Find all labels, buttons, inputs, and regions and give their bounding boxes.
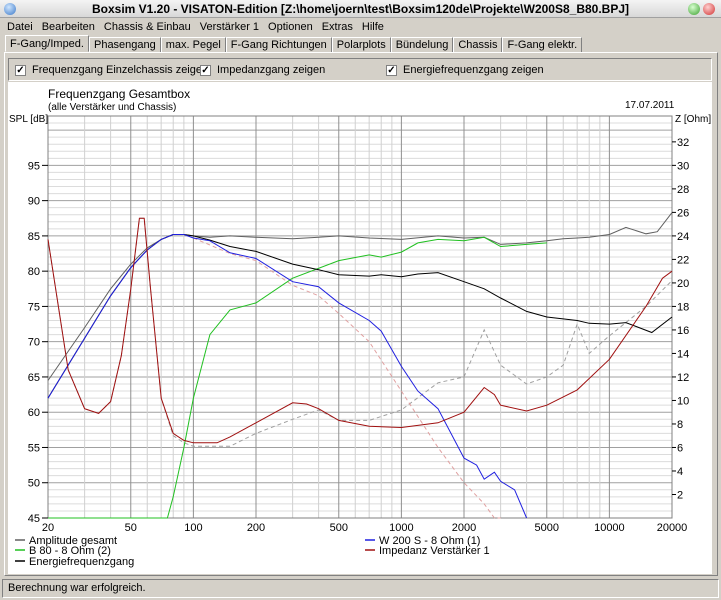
y2-tick-label: 12	[677, 372, 689, 384]
checkbox-checked-icon[interactable]: ✓	[200, 64, 211, 76]
y2-tick-label: 28	[677, 184, 689, 196]
plot-frame	[47, 115, 673, 519]
y-axis-label: SPL [dB]	[9, 114, 48, 125]
series-line-energiefrequenzgang	[47, 234, 673, 399]
legend-label: Impedanz Verstärker 1	[379, 545, 490, 557]
chart-date: 17.07.2011	[625, 100, 675, 111]
y-tick-label: 45	[28, 513, 40, 525]
tab-f-gang-elektr[interactable]: F-Gang elektr.	[502, 37, 583, 52]
x-tick-label: 20	[42, 522, 54, 534]
checkbox-label: Impedanzgang zeigen	[217, 64, 326, 76]
y-tick-label: 95	[28, 160, 40, 172]
chart-area: Frequenzgang Gesamtbox (alle Verstärker …	[8, 82, 712, 574]
tab-f-gang-imped[interactable]: F-Gang/Imped.	[5, 35, 89, 52]
y-tick-label: 85	[28, 231, 40, 243]
y2-tick-label: 4	[677, 466, 683, 478]
frequency-response-chart: Frequenzgang Gesamtbox (alle Verstärker …	[9, 87, 711, 568]
status-text: Berechnung war erfolgreich.	[8, 582, 146, 594]
x-tick-label: 10000	[594, 522, 625, 534]
y2-tick-label: 22	[677, 254, 689, 266]
status-bar: Berechnung war erfolgreich.	[2, 579, 719, 598]
tab-f-gang-richtungen[interactable]: F-Gang Richtungen	[225, 37, 332, 52]
menu-chassis-einbau[interactable]: Chassis & Einbau	[104, 19, 191, 35]
y2-tick-label: 2	[677, 489, 683, 501]
x-tick-label: 5000	[535, 522, 559, 534]
y2-tick-label: 32	[677, 137, 689, 149]
y-tick-label: 60	[28, 407, 40, 419]
y2-tick-label: 24	[677, 231, 689, 243]
checkbox-checked-icon[interactable]: ✓	[386, 64, 397, 76]
y2-tick-label: 30	[677, 160, 689, 172]
menu-bar: Datei Bearbeiten Chassis & Einbau Verstä…	[0, 19, 721, 35]
y2-tick-label: 26	[677, 207, 689, 219]
y2-tick-label: 20	[677, 278, 689, 290]
y-tick-label: 50	[28, 478, 40, 490]
x-tick-label: 100	[184, 522, 202, 534]
tab-max-pegel[interactable]: max. Pegel	[160, 37, 226, 52]
close-button[interactable]	[703, 3, 715, 15]
window-menu-button[interactable]	[4, 3, 16, 15]
y2-tick-label: 6	[677, 442, 683, 454]
y2-tick-label: 16	[677, 325, 689, 337]
x-tick-label: 2000	[452, 522, 476, 534]
tab-phasengang[interactable]: Phasengang	[88, 37, 161, 52]
menu-optionen[interactable]: Optionen	[268, 19, 313, 35]
x-tick-label: 50	[125, 522, 137, 534]
y2-tick-label: 10	[677, 395, 689, 407]
y-tick-label: 90	[28, 196, 40, 208]
tab-chassis[interactable]: Chassis	[453, 37, 503, 52]
y-tick-label: 80	[28, 266, 40, 278]
x-tick-label: 1000	[389, 522, 413, 534]
maximize-button[interactable]	[688, 3, 700, 15]
chart-title: Frequenzgang Gesamtbox	[48, 87, 190, 101]
y2-tick-label: 8	[677, 419, 683, 431]
menu-bearbeiten[interactable]: Bearbeiten	[42, 19, 95, 35]
y2-tick-label: 18	[677, 301, 689, 313]
tab-polarplots[interactable]: Polarplots	[331, 37, 391, 52]
options-bar: ✓ Frequenzgang Einzelchassis zeigen ✓ Impe…	[8, 58, 712, 81]
chart-subtitle: (alle Verstärker und Chassis)	[48, 102, 176, 113]
y2-tick-label: 14	[677, 348, 689, 360]
menu-datei[interactable]: Datei	[7, 19, 33, 35]
legend-label: Energiefrequenzgang	[29, 556, 134, 568]
menu-extras[interactable]: Extras	[322, 19, 353, 35]
tab-buendelung[interactable]: Bündelung	[390, 37, 454, 52]
x-tick-label: 200	[247, 522, 265, 534]
x-tick-label: 500	[330, 522, 348, 534]
checkbox-label: Frequenzgang Einzelchassis zeigen	[32, 64, 209, 76]
title-bar: Boxsim V1.20 - VISATON-Edition [Z:\home\…	[0, 0, 721, 18]
y2-axis-label: Z [Ohm]	[675, 114, 711, 125]
checkbox-impedanzgang[interactable]: ✓ Impedanzgang zeigen	[200, 64, 325, 76]
series-line-impedanz-verst-rker-1	[47, 217, 673, 444]
window-title: Boxsim V1.20 - VISATON-Edition [Z:\home\…	[91, 2, 630, 16]
menu-verstaerker[interactable]: Verstärker 1	[200, 19, 259, 35]
x-tick-label: 20000	[657, 522, 688, 534]
checkbox-checked-icon[interactable]: ✓	[15, 64, 26, 76]
y-tick-label: 65	[28, 372, 40, 384]
y-tick-label: 55	[28, 442, 40, 454]
checkbox-label: Energiefrequenzgang zeigen	[403, 64, 544, 76]
checkbox-energiefrequenzgang[interactable]: ✓ Energiefrequenzgang zeigen	[386, 64, 544, 76]
y-tick-label: 70	[28, 337, 40, 349]
y-tick-label: 75	[28, 301, 40, 313]
checkbox-einzelchassis[interactable]: ✓ Frequenzgang Einzelchassis zeigen	[15, 64, 208, 76]
tab-bar: F-Gang/Imped. Phasengang max. Pegel F-Ga…	[5, 35, 583, 52]
menu-hilfe[interactable]: Hilfe	[362, 19, 384, 35]
